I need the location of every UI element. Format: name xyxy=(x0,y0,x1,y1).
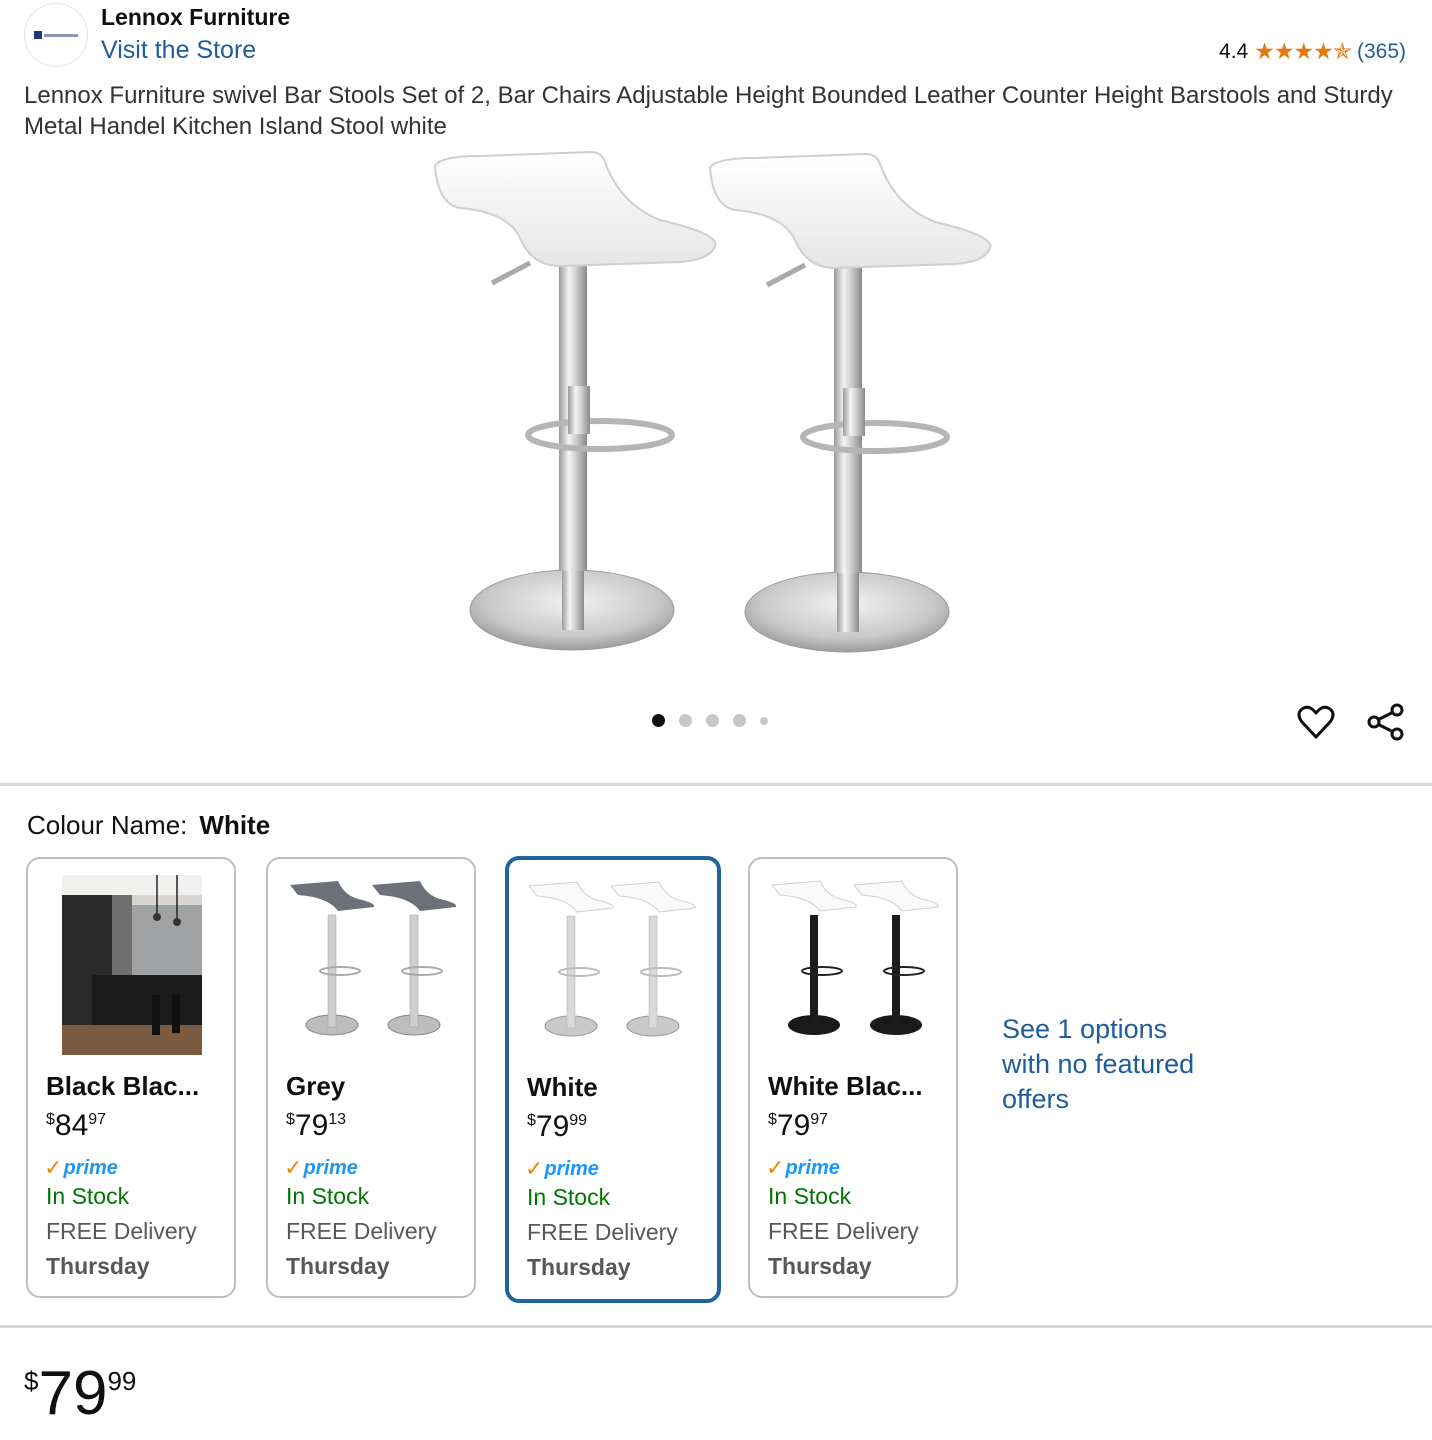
check-icon: ✓ xyxy=(766,1155,785,1180)
prime-badge: ✓ prime xyxy=(525,1156,599,1181)
colour-label: Colour Name: xyxy=(27,810,188,840)
carousel-dot[interactable] xyxy=(652,714,665,727)
carousel-dot[interactable] xyxy=(706,714,719,727)
prime-badge: ✓ prime xyxy=(44,1155,118,1180)
check-icon: ✓ xyxy=(525,1156,544,1181)
heart-icon[interactable] xyxy=(1296,702,1336,742)
prime-badge: ✓ prime xyxy=(284,1155,358,1180)
product-image[interactable] xyxy=(420,148,1020,668)
variant-thumbnail-white-black xyxy=(771,880,939,1035)
stock-status: In Stock xyxy=(527,1184,611,1210)
variant-price: $8497 xyxy=(46,1109,107,1142)
check-icon: ✓ xyxy=(284,1155,303,1180)
rating-summary[interactable]: 4.4 ★★★★✯ (365) xyxy=(1219,38,1406,65)
section-divider xyxy=(0,1325,1432,1328)
carousel-dot[interactable] xyxy=(760,716,768,725)
carousel-dot[interactable] xyxy=(733,714,746,727)
product-title: Lennox Furniture swivel Bar Stools Set o… xyxy=(24,82,1393,140)
store-logo[interactable] xyxy=(24,3,88,67)
variant-card-black[interactable]: Black Blac... $8497 ✓ prime In Stock FREE… xyxy=(26,857,236,1298)
carousel-dot[interactable] xyxy=(679,714,692,727)
store-logo-mark xyxy=(34,31,78,39)
variant-thumbnail-kitchen xyxy=(62,875,202,1055)
variant-name: Grey xyxy=(286,1071,346,1101)
variant-card-white[interactable]: White $7999 ✓ prime In Stock FREE Deliver… xyxy=(505,856,721,1303)
image-carousel-dots[interactable] xyxy=(652,714,768,727)
colour-name-row: Colour Name: White xyxy=(27,810,270,841)
variant-name: Black Blac... xyxy=(46,1071,200,1101)
variant-thumbnail-white xyxy=(528,881,696,1037)
stock-status: In Stock xyxy=(286,1183,370,1209)
star-rating-icon: ★★★★✯ xyxy=(1254,38,1352,64)
delivery-day: Thursday xyxy=(46,1253,150,1279)
stool-right xyxy=(708,152,992,653)
variant-name: White xyxy=(527,1072,598,1102)
variant-price: $7997 xyxy=(768,1109,829,1142)
stool-left xyxy=(433,150,717,651)
visit-store-link[interactable]: Visit the Store xyxy=(101,36,256,65)
rating-count[interactable]: (365) xyxy=(1357,40,1406,64)
store-name[interactable]: Lennox Furniture xyxy=(101,4,290,31)
variant-price: $7913 xyxy=(286,1109,347,1142)
variant-card-grey[interactable]: Grey $7913 ✓ prime In Stock FREE Delivery… xyxy=(266,857,476,1298)
variant-thumbnail-grey xyxy=(290,881,457,1036)
stock-status: In Stock xyxy=(768,1183,852,1209)
delivery-day: Thursday xyxy=(768,1253,872,1279)
variant-price: $7999 xyxy=(527,1110,588,1143)
delivery-info: FREE Delivery xyxy=(46,1218,197,1244)
variant-card-white-black[interactable]: White Blac... $7997 ✓ prime In Stock FREE… xyxy=(748,857,958,1298)
delivery-day: Thursday xyxy=(286,1253,390,1279)
section-divider xyxy=(0,783,1432,786)
check-icon: ✓ xyxy=(44,1155,63,1180)
delivery-info: FREE Delivery xyxy=(768,1218,919,1244)
see-options-link[interactable]: See 1 options with no featured offers xyxy=(1002,1012,1202,1117)
product-price: $7999 xyxy=(24,1359,137,1428)
delivery-info: FREE Delivery xyxy=(286,1218,437,1244)
rating-value: 4.4 xyxy=(1219,39,1249,63)
delivery-day: Thursday xyxy=(527,1254,631,1280)
delivery-info: FREE Delivery xyxy=(527,1219,678,1245)
prime-badge: ✓ prime xyxy=(766,1155,840,1180)
variant-name: White Blac... xyxy=(768,1071,923,1101)
colour-selected: White xyxy=(199,810,271,840)
stock-status: In Stock xyxy=(46,1183,130,1209)
share-icon[interactable] xyxy=(1366,702,1406,742)
